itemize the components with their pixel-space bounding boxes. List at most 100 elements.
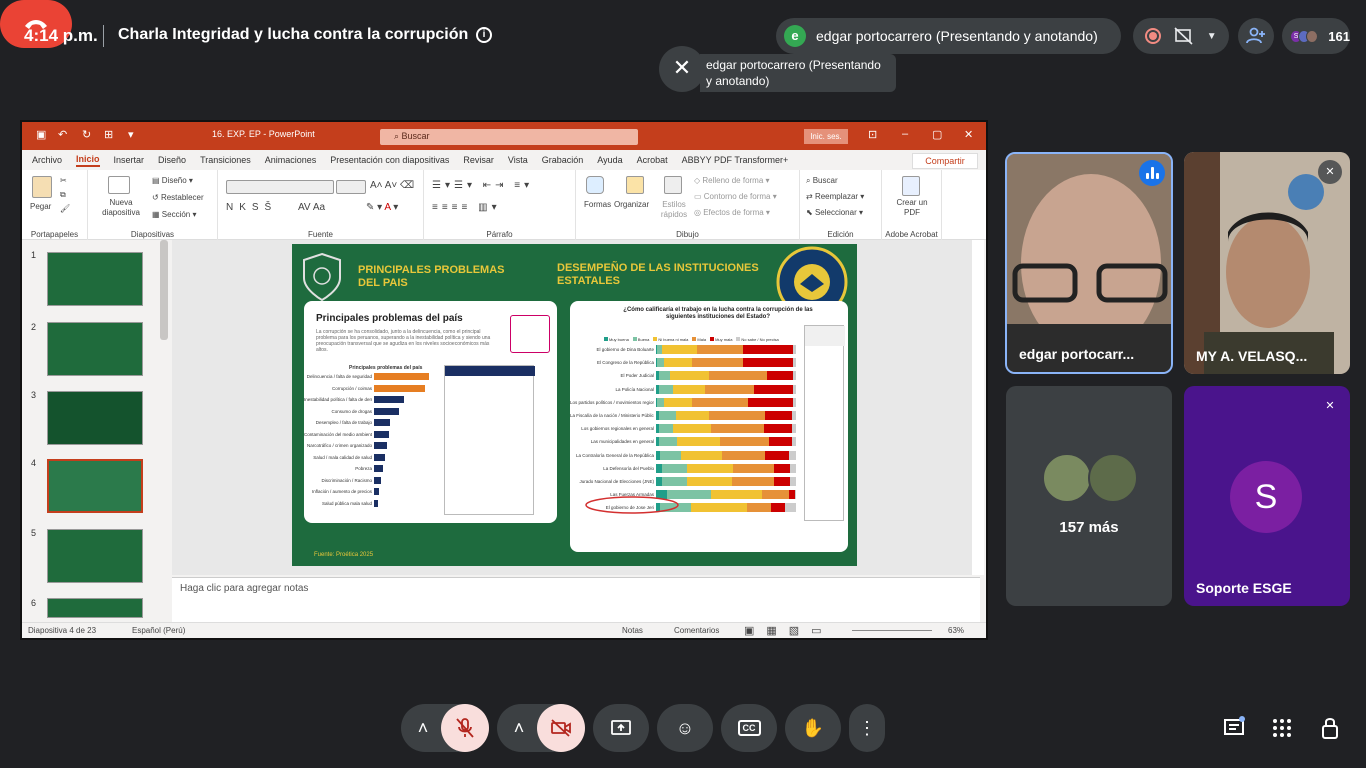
ribbon-display-icon[interactable]: ⊡: [868, 128, 877, 141]
font-size-buttons[interactable]: A˄ A˅ ⌫: [370, 180, 414, 191]
tab-animaciones[interactable]: Animaciones: [265, 155, 317, 165]
chevron-down-icon[interactable]: ▼: [1207, 31, 1217, 42]
close-window-icon[interactable]: ✕: [964, 128, 973, 141]
quick-styles-label[interactable]: Estilos rápidos: [656, 200, 692, 220]
sign-in-button[interactable]: Inic. ses.: [804, 129, 848, 144]
slide-thumbnail-1[interactable]: [47, 252, 143, 306]
raise-hand-button[interactable]: ✋: [785, 704, 841, 752]
participant-tile-mya[interactable]: ✕ MY A. VELASQ...: [1184, 152, 1350, 374]
zoom-level[interactable]: 63%: [948, 626, 964, 635]
bar-label: Desempleo / falta de trabajo: [315, 420, 372, 425]
view-buttons[interactable]: ▣▦▧▭: [744, 624, 834, 637]
tab-diseno[interactable]: Diseño: [158, 155, 186, 165]
tab-presentacion[interactable]: Presentación con diapositivas: [330, 155, 449, 165]
minimize-icon[interactable]: –: [902, 128, 908, 140]
slide-thumbnail-3[interactable]: [47, 391, 143, 445]
shape-fill-button[interactable]: ◇ Relleno de forma ▾: [694, 176, 770, 185]
redo-icon[interactable]: ↻: [82, 128, 91, 141]
replace-button[interactable]: ⇄ Reemplazar ▾: [806, 192, 864, 201]
cut-icon[interactable]: ✂: [60, 176, 67, 185]
tab-transiciones[interactable]: Transiciones: [200, 155, 251, 165]
info-icon[interactable]: i: [476, 27, 492, 43]
add-people-icon[interactable]: [1238, 18, 1274, 54]
language-status[interactable]: Español (Perú): [132, 626, 185, 635]
slide-thumbnail-4[interactable]: [47, 459, 143, 513]
emoji-button[interactable]: ☺: [657, 704, 713, 752]
thumbnail-scrollbar[interactable]: [160, 240, 168, 340]
reset-button[interactable]: ↺ Restablecer: [152, 193, 204, 202]
spacing-buttons[interactable]: AV Aa: [298, 202, 325, 213]
format-painter-icon[interactable]: 🖌: [60, 204, 70, 213]
recording-controls[interactable]: ▼: [1133, 18, 1229, 54]
share-button[interactable]: Compartir: [912, 153, 978, 169]
more-options-button[interactable]: ⋮: [849, 704, 885, 752]
save-icon[interactable]: ▣: [36, 128, 46, 141]
font-size-select[interactable]: [336, 180, 366, 194]
list-buttons[interactable]: ☰▾☰▾ ⇤⇥ ≡▾: [432, 180, 533, 191]
font-family-select[interactable]: [226, 180, 334, 194]
bar-label: Inflación / aumento de precios: [311, 489, 372, 494]
tab-grabacion[interactable]: Grabación: [542, 155, 584, 165]
select-button[interactable]: ⬉ Seleccionar ▾: [806, 208, 863, 217]
legend-label: Muy buena: [609, 337, 629, 342]
close-icon[interactable]: ✕: [659, 46, 705, 92]
stacked-bar-segment: [733, 463, 774, 473]
highlight-color-icon[interactable]: ✎ ▾ A ▾: [366, 202, 398, 213]
slide-thumbnail-2[interactable]: [47, 322, 143, 376]
arrange-label[interactable]: Organizar: [614, 200, 649, 209]
notes-toggle[interactable]: Notas: [622, 626, 643, 635]
copy-icon[interactable]: ⧉: [60, 190, 66, 200]
align-buttons[interactable]: ≡≡≡≡ ▥▾: [432, 202, 501, 213]
quick-styles-icon[interactable]: [664, 176, 682, 194]
arrange-icon[interactable]: [626, 176, 644, 194]
slide-thumbnail-5[interactable]: [47, 529, 143, 583]
create-pdf-label[interactable]: Crear un PDF: [888, 198, 936, 218]
section-button[interactable]: ▦ Sección ▾: [152, 210, 197, 219]
shape-effects-button[interactable]: ◎ Efectos de forma ▾: [694, 208, 770, 217]
tab-archivo[interactable]: Archivo: [32, 155, 62, 165]
font-style-buttons[interactable]: NKSŠ: [226, 202, 277, 213]
new-slide-label[interactable]: Nueva diapositiva: [96, 198, 146, 218]
slide-scrollbar[interactable]: [972, 240, 984, 575]
participant-tile-edgar[interactable]: edgar portocarr...: [1005, 152, 1173, 374]
present-button[interactable]: [593, 704, 649, 752]
tab-insertar[interactable]: Insertar: [114, 155, 145, 165]
undo-icon[interactable]: ↶: [58, 128, 67, 141]
current-slide[interactable]: PRINCIPALES PROBLEMAS DEL PAIS DESEMPEÑO…: [292, 244, 857, 566]
participant-tile-soporte[interactable]: ✕ S Soporte ESGE: [1184, 386, 1350, 606]
slide-thumbnail-6[interactable]: [47, 598, 143, 618]
participants-button[interactable]: S 161: [1282, 18, 1350, 54]
paste-icon[interactable]: [32, 176, 52, 198]
camera-toggle-button[interactable]: [537, 704, 585, 752]
new-slide-icon[interactable]: [108, 176, 130, 194]
maximize-icon[interactable]: ▢: [932, 128, 942, 141]
layout-button[interactable]: ▤ Diseño ▾: [152, 176, 193, 185]
host-controls-icon[interactable]: [1317, 716, 1343, 742]
shapes-label[interactable]: Formas: [584, 200, 611, 209]
tab-abbyy[interactable]: ABBYY PDF Transformer+: [682, 155, 789, 165]
stacked-bar-segment: [658, 384, 673, 394]
create-pdf-icon[interactable]: [902, 176, 920, 196]
comments-toggle[interactable]: Comentarios: [674, 626, 719, 635]
shapes-icon[interactable]: [586, 176, 604, 194]
tab-revisar[interactable]: Revisar: [463, 155, 494, 165]
ppt-search-box[interactable]: ⌕ Buscar: [380, 129, 638, 145]
shape-outline-button[interactable]: ▭ Contorno de forma ▾: [694, 192, 777, 201]
record-icon[interactable]: [1145, 28, 1162, 44]
tab-inicio[interactable]: Inicio: [76, 154, 100, 167]
mic-toggle-button[interactable]: [441, 704, 489, 752]
find-button[interactable]: ⌕ Buscar: [806, 176, 838, 186]
chat-icon[interactable]: [1221, 716, 1247, 742]
bar: [374, 488, 380, 495]
zoom-slider[interactable]: [852, 630, 932, 631]
tab-acrobat[interactable]: Acrobat: [637, 155, 668, 165]
participant-tile-more[interactable]: 157 más: [1006, 386, 1172, 606]
tab-vista[interactable]: Vista: [508, 155, 528, 165]
tab-ayuda[interactable]: Ayuda: [597, 155, 622, 165]
present-from-start-icon[interactable]: ⊞: [104, 128, 113, 141]
no-screen-share-icon[interactable]: [1174, 27, 1194, 45]
paste-label[interactable]: Pegar: [30, 202, 51, 211]
captions-button[interactable]: CC: [721, 704, 777, 752]
activities-icon[interactable]: [1269, 716, 1295, 742]
customize-toolbar-icon[interactable]: ▾: [128, 128, 134, 141]
